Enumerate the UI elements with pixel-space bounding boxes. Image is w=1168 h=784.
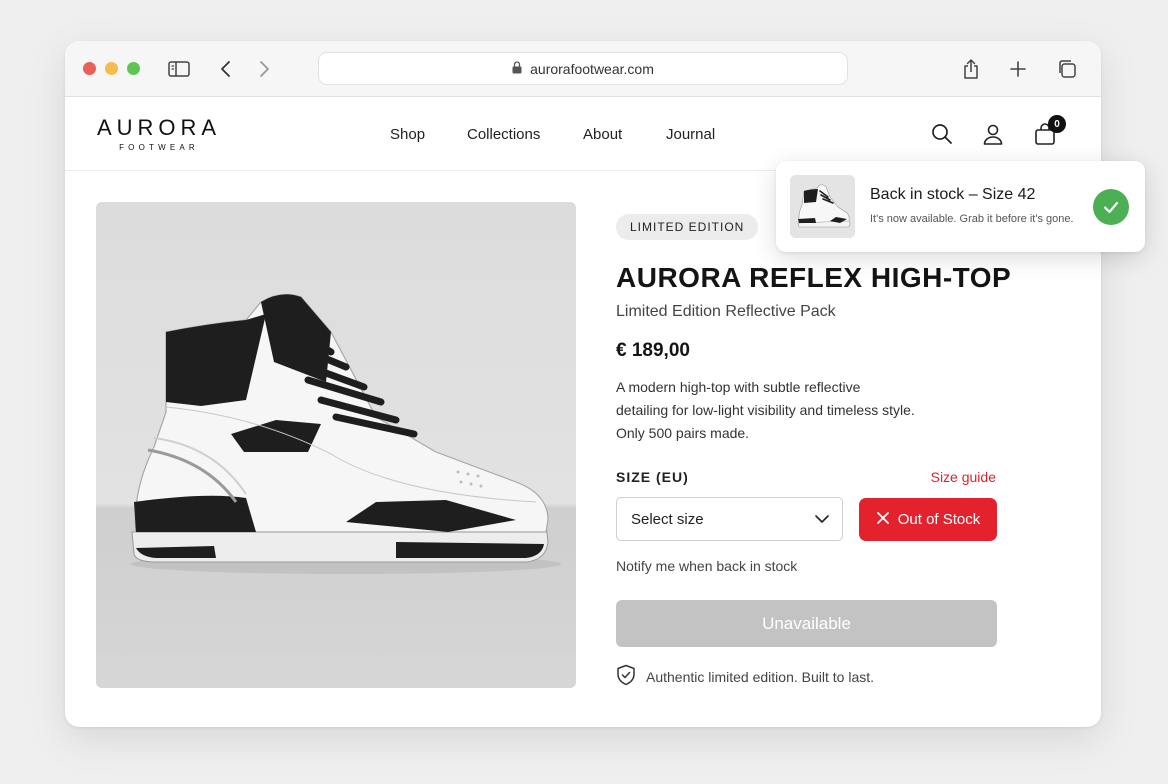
- account-icon[interactable]: [980, 121, 1006, 147]
- minimize-window-button[interactable]: [105, 62, 118, 75]
- url-text: aurorafootwear.com: [530, 60, 654, 77]
- product-subtitle: Limited Edition Reflective Pack: [616, 303, 836, 320]
- out-of-stock-label: Out of Stock: [897, 511, 981, 528]
- cart-count-badge: 0: [1048, 115, 1066, 133]
- nav-item-journal[interactable]: Journal: [666, 126, 715, 143]
- limited-edition-badge: LIMITED EDITION: [616, 214, 759, 240]
- authenticity-text: Authentic limited edition. Built to last…: [646, 668, 875, 685]
- toast-title: Back in stock – Size 42: [870, 186, 1036, 203]
- size-select[interactable]: Select size: [616, 497, 843, 541]
- back-icon[interactable]: [214, 57, 238, 81]
- tabs-icon[interactable]: [1055, 57, 1079, 81]
- lock-icon: [512, 60, 522, 77]
- sneaker-illustration: [131, 293, 561, 574]
- size-label: SIZE (EU): [616, 469, 689, 485]
- notify-me-link[interactable]: Notify me when back in stock: [616, 558, 797, 574]
- product-title: AURORA REFLEX HIGH-TOP: [616, 262, 1012, 293]
- checkmark-icon: [1093, 189, 1129, 225]
- product-price: € 189,00: [616, 340, 690, 361]
- authenticity-note: Authentic limited edition. Built to last…: [616, 664, 874, 689]
- brand-logo[interactable]: AURORA FOOTWEAR: [96, 117, 222, 152]
- toast-product-thumbnail: [790, 175, 855, 238]
- nav-item-shop[interactable]: Shop: [390, 126, 425, 143]
- nav-item-about[interactable]: About: [583, 126, 622, 143]
- out-of-stock-button[interactable]: Out of Stock: [859, 498, 997, 541]
- address-bar[interactable]: aurorafootwear.com: [318, 52, 848, 85]
- sidebar-icon[interactable]: [167, 57, 191, 81]
- description-line: Only 500 pairs made.: [616, 425, 750, 441]
- description-line: A modern high-top with subtle reflective: [616, 379, 861, 395]
- close-window-button[interactable]: [83, 62, 96, 75]
- share-icon[interactable]: [959, 57, 983, 81]
- search-icon[interactable]: [929, 121, 955, 147]
- nav-item-collections[interactable]: Collections: [467, 126, 540, 143]
- maximize-window-button[interactable]: [127, 62, 140, 75]
- size-select-value: Select size: [631, 510, 704, 528]
- new-tab-icon[interactable]: [1006, 57, 1030, 81]
- toast-message: It's now available. Grab it before it's …: [870, 213, 1074, 225]
- size-guide-link[interactable]: Size guide: [931, 469, 996, 485]
- product-description: A modern high-top with subtle reflective…: [616, 376, 956, 445]
- unavailable-button[interactable]: Unavailable: [616, 600, 997, 647]
- back-in-stock-toast[interactable]: Back in stock – Size 42 It's now availab…: [776, 161, 1145, 252]
- browser-window: aurorafootwear.com AURORA FOOTWEAR Shop …: [65, 41, 1101, 727]
- logo-subtitle: FOOTWEAR: [119, 143, 199, 152]
- forward-icon[interactable]: [252, 57, 276, 81]
- description-line: detailing for low-light visibility and t…: [616, 402, 915, 418]
- chevron-down-icon: [814, 511, 830, 531]
- logo-wordmark: AURORA: [96, 115, 222, 140]
- product-image: [96, 202, 576, 688]
- site-header: AURORA FOOTWEAR Shop Collections About J…: [65, 97, 1101, 171]
- cart-icon[interactable]: 0: [1032, 115, 1066, 147]
- shield-check-icon: [616, 664, 636, 689]
- close-icon: [876, 511, 890, 529]
- browser-toolbar: aurorafootwear.com: [65, 41, 1101, 97]
